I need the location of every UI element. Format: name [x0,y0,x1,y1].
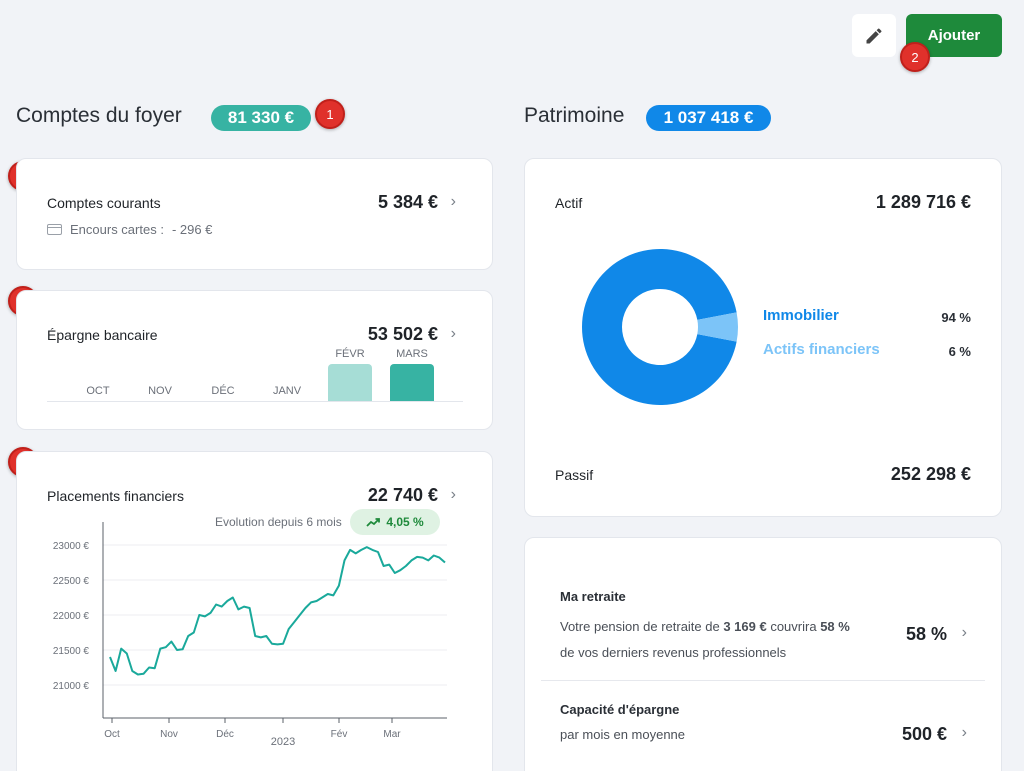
x-tick-label: Mar [383,729,401,740]
annotation-pin: 2 [900,42,930,72]
savings-month-label: JANV [272,385,302,397]
bank-savings-amount: 53 502 € [367,324,438,344]
household-total-badge: 81 330 € [211,105,311,131]
retirement-card: Ma retraite Votre pension de retraite de… [524,537,1002,771]
y-tick-label: 21000 € [53,681,90,692]
investments-series-line [109,546,446,676]
investments-label: Placements financiers [47,488,184,504]
investments-card[interactable]: Placements financiers 22 740 € › Evoluti… [16,451,493,771]
annotation-pin: 1 [315,99,345,129]
patrimony-donut-chart [582,249,738,405]
outstanding-value: - 296 € [171,222,213,237]
current-accounts-label: Comptes courants [47,195,161,211]
x-tick-label: Fév [331,729,348,740]
retirement-value: 58 % [905,624,947,644]
x-tick-label: 2023 [271,736,295,748]
investments-amount: 22 740 € [367,485,438,505]
savings-capacity-value: 500 € [901,724,947,744]
bank-savings-card[interactable]: Épargne bancaire 53 502 € › OCT NOV DÉC JAN… [16,290,493,430]
y-tick-label: 22000 € [53,611,90,622]
outstanding-label: Encours cartes : [70,222,164,237]
legend-financial-assets: Actifs financiers [763,341,880,358]
edit-button[interactable] [852,14,896,57]
retirement-text: Votre pension de retraite de 3 169 € cou… [560,619,850,660]
current-accounts-card[interactable]: Comptes courants 5 384 € › Encours carte… [16,158,493,270]
savings-month-label: FÉVR [335,348,365,361]
chevron-right-icon: › [961,624,967,641]
bank-savings-label: Épargne bancaire [47,327,158,343]
savings-month-label: NOV [148,385,172,397]
chevron-right-icon: › [450,325,456,342]
legend-immobilier: Immobilier [763,307,839,324]
y-tick-label: 23000 € [53,541,90,552]
x-tick-label: Déc [216,729,234,740]
savings-capacity-title: Capacité d'épargne [560,702,680,717]
liability-label: Passif [555,467,594,483]
savings-capacity-row[interactable]: Capacité d'épargne par mois en moyenne 5… [525,681,1001,771]
savings-axis-line [47,401,463,402]
credit-card-icon [47,224,62,235]
retirement-row[interactable]: Ma retraite Votre pension de retraite de… [525,538,1001,680]
chevron-right-icon: › [450,193,456,210]
chevron-right-icon: › [450,486,456,503]
savings-capacity-subtitle: par mois en moyenne [560,727,686,742]
savings-month-label: DÉC [211,385,235,397]
patrimony-card[interactable]: Actif 1 289 716 € Immobilier 94 % Actifs… [524,158,1002,517]
asset-label: Actif [555,195,583,211]
patrimony-total-badge: 1 037 418 € [646,105,771,131]
savings-month-label: MARS [396,348,428,361]
legend-financial-assets-pct: 6 % [948,344,971,359]
asset-amount: 1 289 716 € [875,192,971,212]
pencil-icon [866,27,882,43]
current-accounts-amount: 5 384 € [377,192,438,212]
liability-amount: 252 298 € [890,464,971,484]
household-title: Comptes du foyer [16,104,182,127]
retirement-title: Ma retraite [560,589,626,604]
x-tick-label: Nov [160,729,178,740]
savings-bar[interactable] [328,364,372,401]
x-tick-label: Oct [104,729,120,740]
investments-line-chart: 23000 € 22500 € 22000 € 21500 € 21000 € Oct No… [53,522,447,748]
y-tick-label: 22500 € [53,576,90,587]
chevron-right-icon: › [961,724,967,741]
y-tick-label: 21500 € [53,646,90,657]
patrimony-title: Patrimoine [524,104,625,127]
savings-month-label: OCT [86,385,110,397]
legend-immobilier-pct: 94 % [941,310,971,325]
savings-bar[interactable] [390,364,434,401]
